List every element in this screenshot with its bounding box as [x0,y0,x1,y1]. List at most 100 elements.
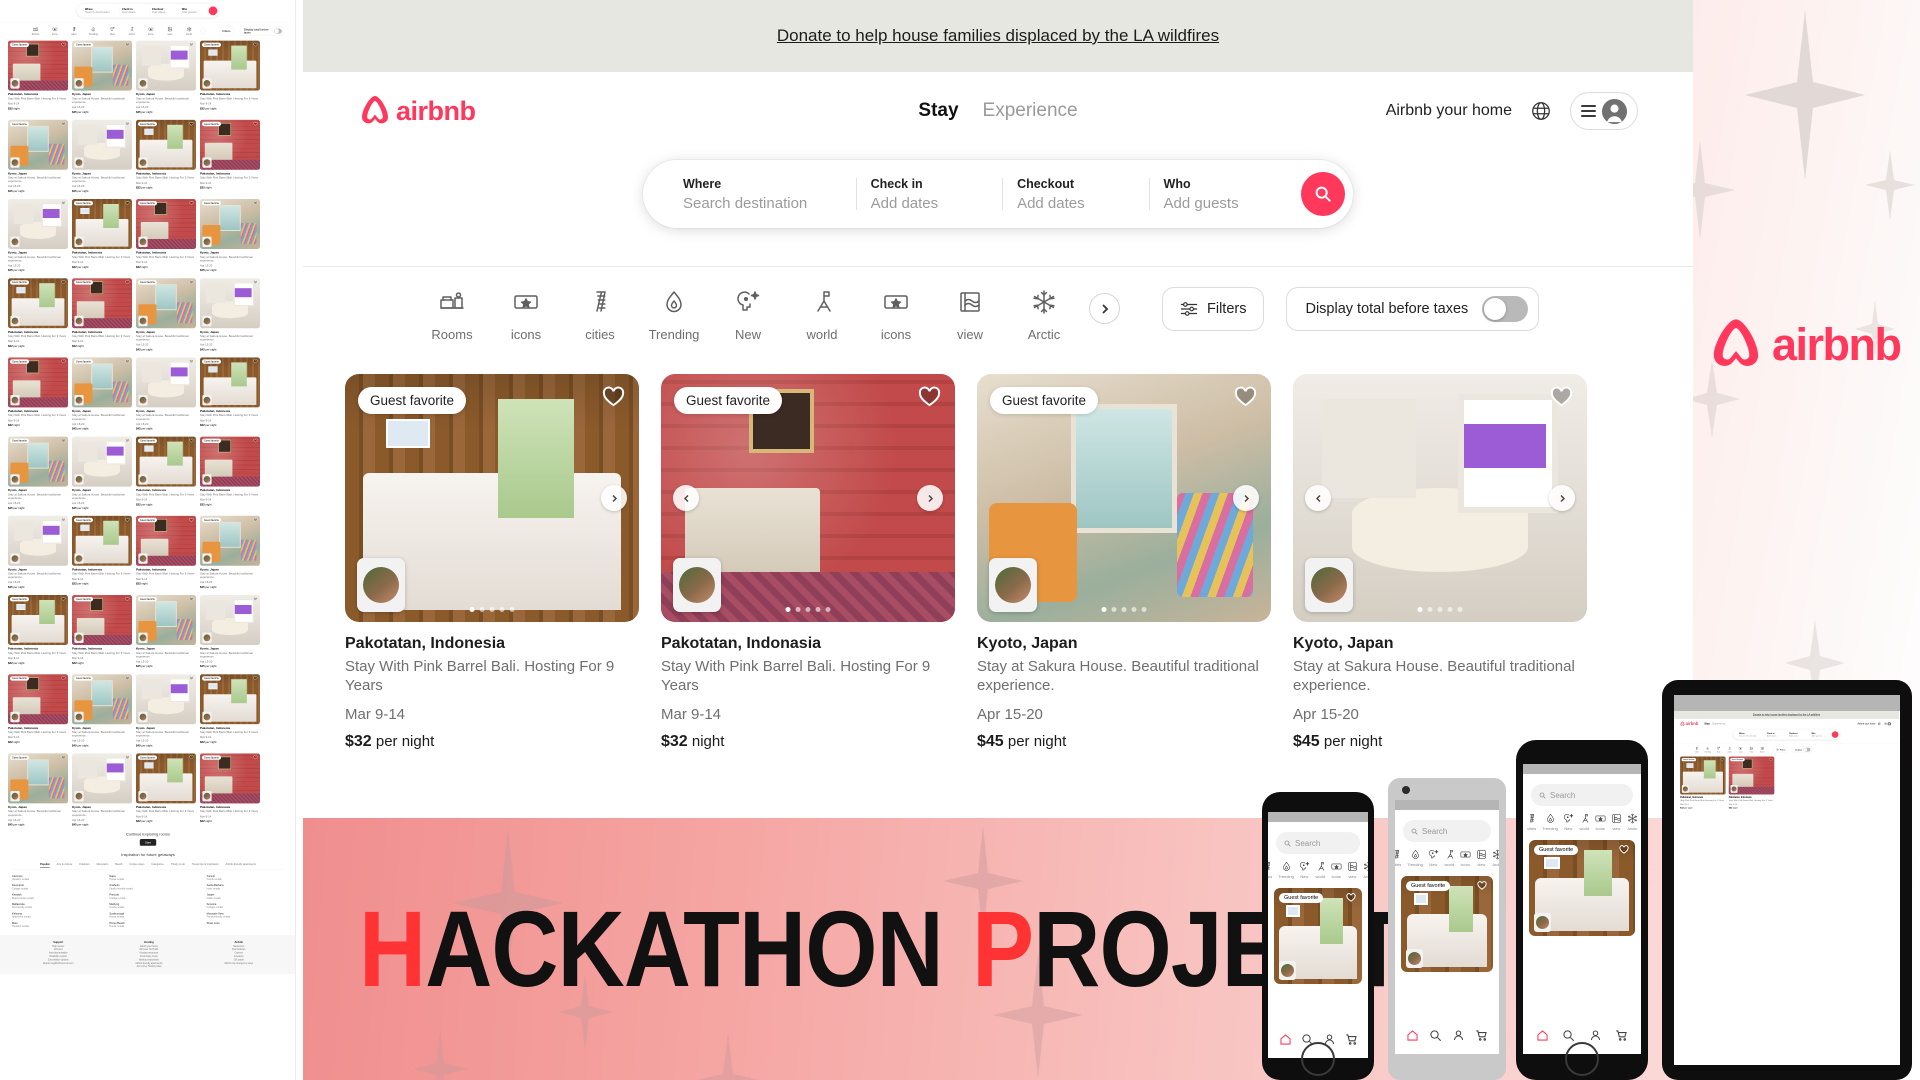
toggle-switch[interactable] [1482,295,1529,322]
carousel-dot[interactable] [1457,607,1463,612]
listing-card[interactable]: Guest favorite Pakotatan, Indonasia Stay… [661,374,955,751]
carousel-dot[interactable] [1101,607,1107,612]
checkout-input[interactable]: Add dates [1017,195,1134,212]
carousel-dot[interactable] [469,607,475,612]
carousel-dot[interactable] [479,607,485,612]
host-avatar[interactable] [989,558,1037,612]
favorite-heart-icon[interactable] [1234,386,1257,412]
footer-link: Investors [234,955,244,958]
favorite-heart-icon[interactable] [918,386,941,412]
where-field[interactable]: Where Search destination [669,177,856,212]
category-item-icons-1[interactable]: icons [489,289,563,342]
carousel-dot[interactable] [1427,607,1433,612]
listing-title: Pakotatan, Indonasia [661,635,822,652]
inspiration-tabs[interactable]: Popular Arts & culture Outdoors Mountains Be… [12,860,284,870]
search-bar[interactable]: Where Search destination Check in Add da… [643,160,1353,228]
carousel-next-button[interactable] [601,485,627,511]
host-avatar[interactable] [1305,558,1353,612]
carousel-dot[interactable] [1121,607,1127,612]
carousel-dot[interactable] [499,607,505,612]
carousel-dot[interactable] [805,607,811,612]
host-avatar[interactable] [673,558,721,612]
category-item-view-7[interactable]: view [933,289,1007,342]
carousel-dot[interactable] [1417,607,1423,612]
chevron-left-icon [683,494,689,502]
phone-screen: Search cities Trending New world icons view Ar… [1395,800,1499,1054]
mobile-app-screen: Search cities Trending New world icons view Ar… [1523,764,1641,1054]
host-avatar [1406,949,1423,968]
preview-category-item: cities [67,27,81,36]
preview-listing-card: Kyoto, Japan Stay at Sakura House. Beaut… [72,436,132,509]
page-preview-panel[interactable]: Where Search destination Check in Add da… [0,0,296,1080]
carousel-prev-button[interactable] [1305,485,1331,511]
destination-item: Marilyng Condo rentals [109,902,125,909]
tab-experience[interactable]: Experience [983,100,1078,122]
listing-image[interactable]: Guest favorite [661,374,955,622]
footer-link: Community forum [139,955,158,958]
who-input[interactable]: Add guests [1164,195,1281,212]
status-bar [1523,764,1641,774]
listing-image[interactable]: Guest favorite [977,374,1271,622]
checkin-input[interactable]: Add dates [871,195,988,212]
carousel-dot[interactable] [1437,607,1443,612]
tablet-category-item: icons [1735,746,1745,753]
category-item-cities-2[interactable]: cities [563,289,637,342]
carousel-dot[interactable] [825,607,831,612]
carousel-dot[interactable] [1111,607,1117,612]
category-item-new-4[interactable]: New [711,289,785,342]
category-item-trending-3[interactable]: Trending [637,289,711,342]
chevron-left-icon [1315,494,1321,502]
where-input[interactable]: Search destination [683,195,842,212]
favorite-heart-icon [1619,845,1629,854]
preview-listing-card: Kyoto, Japan Stay at Sakura House. Beaut… [200,595,260,668]
preview-listing-card: Kyoto, Japan Stay at Sakura House. Beaut… [136,357,196,430]
listing-image[interactable]: Guest favorite [345,374,639,622]
carousel-dot[interactable] [509,607,515,612]
carousel-next-button[interactable] [917,485,943,511]
category-item-rooms-0[interactable]: Rooms [415,289,489,342]
carousel-dot[interactable] [1141,607,1147,612]
category-item-icons-6[interactable]: icons [859,289,933,342]
carousel-dot[interactable] [795,607,801,612]
globe-icon[interactable] [1530,100,1552,122]
airbnb-logo[interactable]: airbnb [358,94,476,128]
tab-stay[interactable]: Stay [918,100,958,122]
phone-screen: Search cities Trending New world icons view Ar… [1523,764,1641,1054]
chevron-right-icon [1101,303,1108,314]
carousel-prev-button[interactable] [673,485,699,511]
preview-listing-card: Guest favorite Kyoto, Japan Stay at Saku… [8,119,68,193]
who-field[interactable]: Who Add guests [1150,177,1295,212]
carousel-dot[interactable] [1131,607,1137,612]
mobile-category-item: Arctic [1627,813,1638,831]
categories-next-button[interactable] [1089,293,1120,324]
display-total-toggle[interactable]: Display total before taxes [1286,286,1540,331]
user-menu-button[interactable] [1570,92,1638,130]
carousel-next-button[interactable] [1549,485,1575,511]
host-avatar[interactable] [357,558,405,612]
favorite-heart-icon[interactable] [602,386,625,412]
listing-price: $32 per night [345,732,435,750]
listing-card[interactable]: Guest favorite Pakotatan, Indonesia Stay… [345,374,639,751]
airbnb-your-home-link[interactable]: Airbnb your home [1386,102,1512,120]
donate-link[interactable]: Donate to help house families displaced … [777,26,1219,46]
checkout-field[interactable]: Checkout Add dates [1003,177,1148,212]
listing-dates: Mar 9-14 [661,705,722,723]
listing-image[interactable] [1293,374,1587,622]
category-item-arctic-8[interactable]: Arctic [1007,289,1081,342]
start-button[interactable]: Start [139,839,157,846]
chevron-right-icon [927,494,933,502]
category-item-world-5[interactable]: world [785,289,859,342]
carousel-dot[interactable] [489,607,495,612]
checkin-field[interactable]: Check in Add dates [857,177,1002,212]
preview-listing-card: Guest favorite Pakotatan, Indonasia Stay… [136,199,196,272]
listing-card[interactable]: Kyoto, Japan Stay at Sakura House. Beaut… [1293,374,1587,751]
preview-listing-card: Guest favorite Pakotatan, Indonesia Stay… [136,119,196,193]
favorite-heart-icon[interactable] [1550,386,1573,412]
carousel-dot[interactable] [1447,607,1453,612]
carousel-dot[interactable] [785,607,791,612]
search-button[interactable] [1301,172,1345,216]
carousel-next-button[interactable] [1233,485,1259,511]
listing-card[interactable]: Guest favorite Kyoto, Japan Stay at Saku… [977,374,1271,751]
carousel-dot[interactable] [815,607,821,612]
filters-button[interactable]: Filters [1162,286,1265,331]
